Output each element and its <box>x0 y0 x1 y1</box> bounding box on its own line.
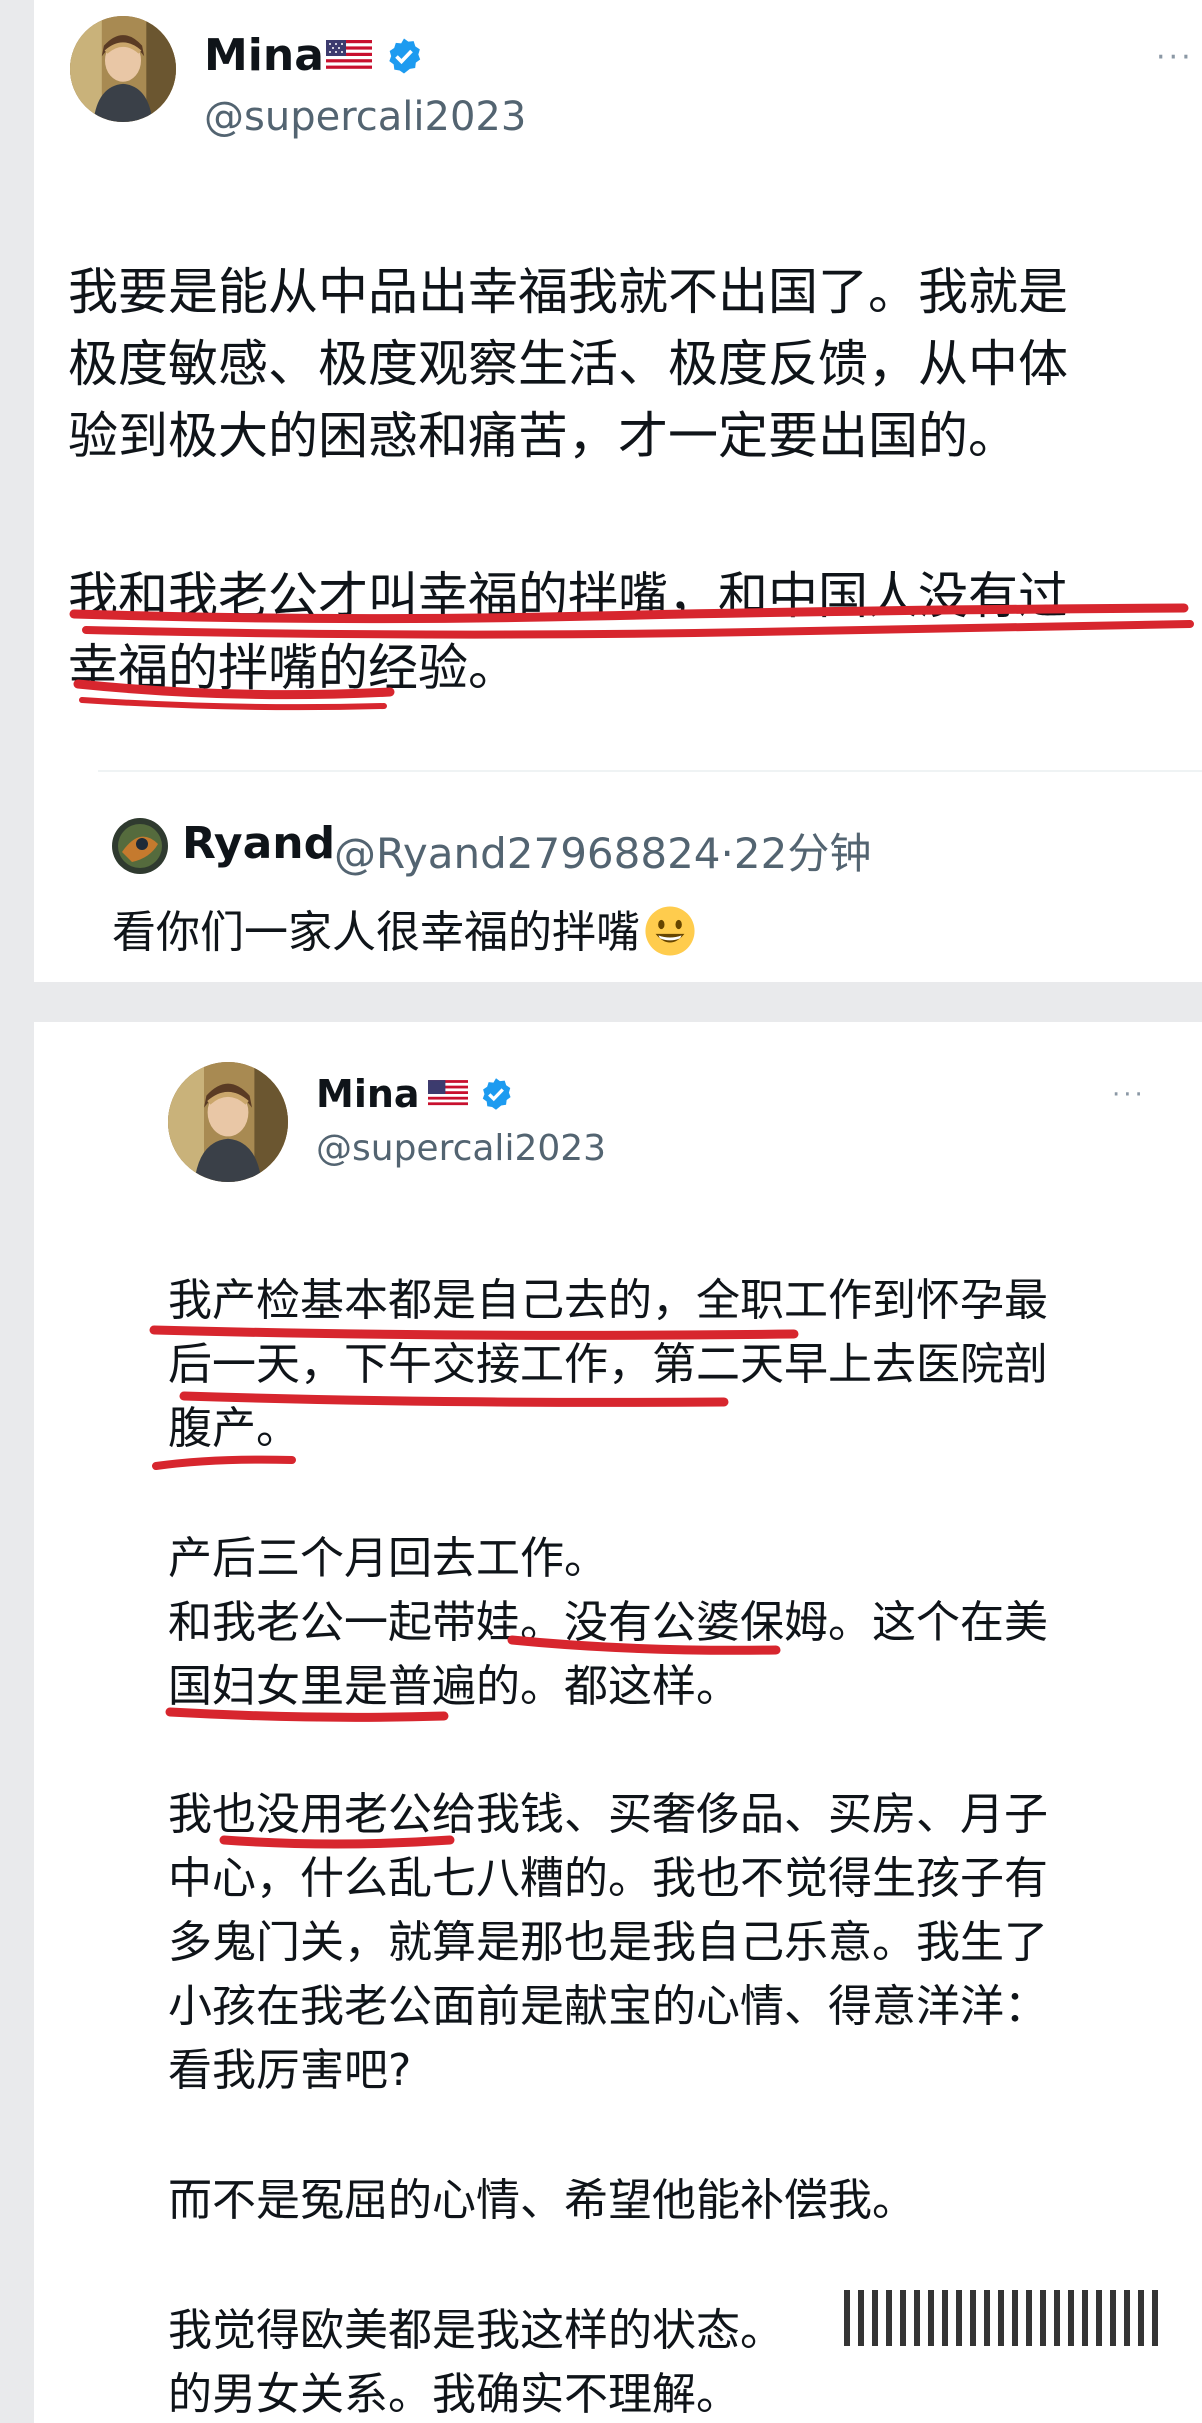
reply-author-meta[interactable]: @Ryand27968824·22分钟 <box>334 820 871 881</box>
tweet-card-2: Mina ··· @supercali2023 我产检基本都是自己去的，全职工作… <box>34 1022 1202 2423</box>
tweet-text-line: 极度敏感、极度观察生活、极度反馈，从中体 <box>68 335 1068 393</box>
verified-badge-icon <box>482 1078 511 1110</box>
redaction-watermark <box>844 2290 1164 2346</box>
tweet-text-line: 国妇女里是普遍的。都这样。 <box>168 1661 740 1712</box>
tweet-text-line: 的男女关系。我确实不理解。 <box>168 2369 740 2420</box>
more-options-icon[interactable]: ··· <box>1112 1080 1146 1110</box>
reply-avatar-icon <box>112 818 168 874</box>
tweet-text-line: 看我厉害吧? <box>168 2045 412 2096</box>
tweet-text-line: 验到极大的困惑和痛苦，才一定要出国的。 <box>68 407 1018 465</box>
tweet-card-1: Mina ··· @supercali2023 我要是能从中品出幸福我就不出国了… <box>34 0 1202 982</box>
tweet-text-line: 产后三个月回去工作。 <box>168 1533 608 1584</box>
tweet-text-line: 而不是冤屈的心情、希望他能补偿我。 <box>168 2175 916 2226</box>
us-flag-icon <box>326 40 372 72</box>
tweet-text-line: 多鬼门关，就算是那也是我自己乐意。我生了 <box>168 1917 1048 1968</box>
tweet-text-line: 幸福的拌嘴的经验。 <box>68 639 518 697</box>
tweet-text-line: 中心，什么乱七八糟的。我也不觉得生孩子有 <box>168 1853 1048 1904</box>
author-name[interactable]: Mina <box>204 30 324 81</box>
reply-author-name[interactable]: Ryand <box>182 818 335 869</box>
avatar[interactable] <box>168 1062 288 1182</box>
reply-text-content: 看你们一家人很幸福的拌嘴 <box>112 907 640 958</box>
verified-badge-icon <box>389 38 421 74</box>
avatar-photo-icon <box>70 16 176 122</box>
tweet-text-line: 我也没用老公给我钱、买奢侈品、买房、月子 <box>168 1789 1048 1840</box>
grinning-face-icon <box>645 906 695 956</box>
reply-avatar[interactable] <box>112 818 168 874</box>
author-handle[interactable]: @supercali2023 <box>316 1128 606 1169</box>
us-flag-icon <box>428 1080 468 1108</box>
divider <box>98 770 1202 772</box>
author-handle[interactable]: @supercali2023 <box>204 94 526 140</box>
tweet-text-line: 我产检基本都是自己去的，全职工作到怀孕最 <box>168 1275 1048 1326</box>
avatar-photo-icon <box>168 1062 288 1182</box>
tweet-text-line: 我和我老公才叫幸福的拌嘴，和中国人没有过 <box>68 567 1068 625</box>
tweet-text-line: 后一天，下午交接工作，第二天早上去医院剖 <box>168 1339 1048 1390</box>
reply-text: 看你们一家人很幸福的拌嘴 <box>112 896 696 960</box>
tweet-text-line: 小孩在我老公面前是献宝的心情、得意洋洋： <box>168 1981 1048 2032</box>
tweet-text-line: 腹产。 <box>168 1403 300 1454</box>
tweet-text-line: 和我老公一起带娃。没有公婆保姆。这个在美 <box>168 1597 1048 1648</box>
more-options-icon[interactable]: ··· <box>1156 40 1202 75</box>
author-name[interactable]: Mina <box>316 1072 420 1116</box>
tweet-text-line: 我觉得欧美都是我这样的状态。 <box>168 2305 784 2356</box>
tweet-text-line: 我要是能从中品出幸福我就不出国了。我就是 <box>68 263 1068 321</box>
avatar[interactable] <box>70 16 176 122</box>
